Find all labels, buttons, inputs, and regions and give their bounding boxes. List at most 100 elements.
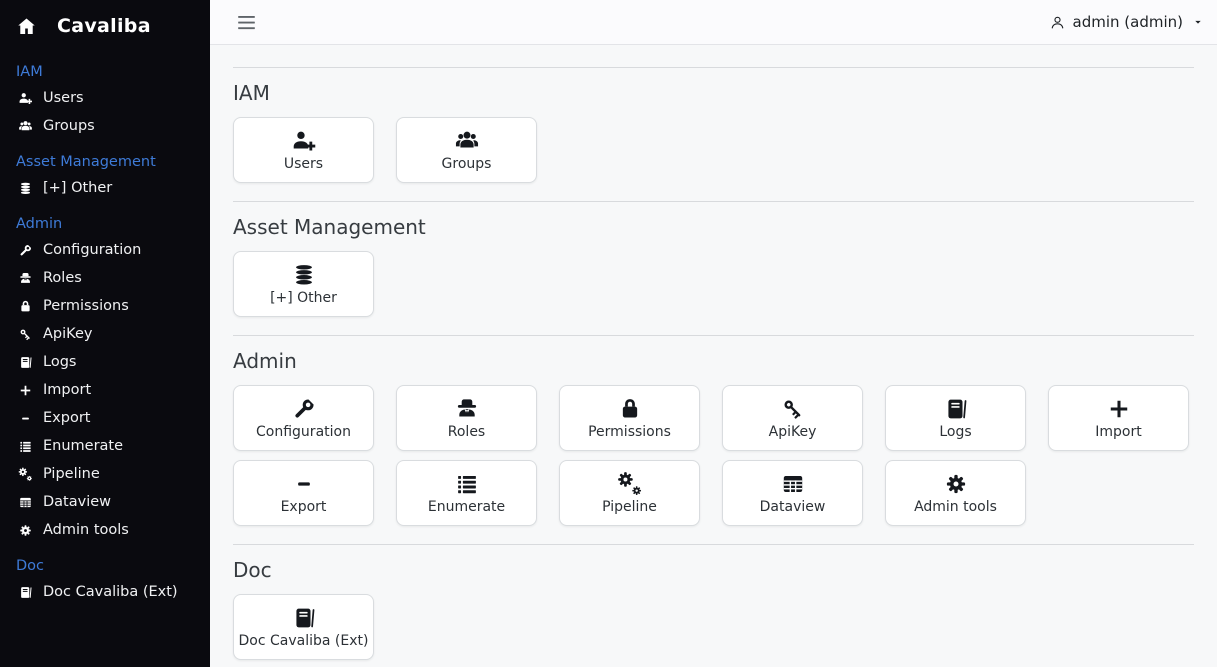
card-grid: Doc Cavaliba (Ext) <box>233 594 1194 660</box>
section-title-iam: IAM <box>233 81 1194 105</box>
dash-icon <box>18 411 33 426</box>
person-plus-icon <box>291 128 317 154</box>
card-import[interactable]: Import <box>1048 385 1189 451</box>
sidebar-section-title-asset-management: Asset Management <box>16 153 194 171</box>
caret-down-icon <box>1193 17 1203 27</box>
sidebar-item-label: Export <box>43 410 90 427</box>
person-icon <box>1049 14 1066 31</box>
card-doc-cavaliba-ext[interactable]: Doc Cavaliba (Ext) <box>233 594 374 660</box>
sidebar-item-dataview[interactable]: Dataview <box>16 488 194 516</box>
card-other[interactable]: [+] Other <box>233 251 374 317</box>
sidebar-item-users[interactable]: Users <box>16 84 194 112</box>
journal-icon <box>943 396 969 422</box>
card-permissions[interactable]: Permissions <box>559 385 700 451</box>
journal-icon <box>291 605 317 631</box>
wrench-icon <box>291 396 317 422</box>
main-area: admin (admin) IAM Users Groups Asset Manage… <box>210 0 1217 667</box>
card-pipeline[interactable]: Pipeline <box>559 460 700 526</box>
sidebar-item-doc-cavaliba-ext[interactable]: Doc Cavaliba (Ext) <box>16 578 194 606</box>
user-menu[interactable]: admin (admin) <box>1049 13 1203 31</box>
sidebar-nav: IAM Users Groups Asset Management [+] Other A… <box>16 63 194 606</box>
incognito-icon <box>18 271 33 286</box>
section-divider <box>233 201 1194 202</box>
card-users[interactable]: Users <box>233 117 374 183</box>
card-grid: Users Groups <box>233 117 1194 183</box>
database-icon <box>18 181 33 196</box>
card-export[interactable]: Export <box>233 460 374 526</box>
section-asset-management: Asset Management [+] Other <box>233 201 1194 317</box>
key-icon <box>780 396 806 422</box>
card-label: Permissions <box>588 424 671 440</box>
gear-icon <box>943 471 969 497</box>
dash-icon <box>291 471 317 497</box>
content: IAMUsersGroupsAsset Management[+] OtherA… <box>210 45 1217 667</box>
card-label: Groups <box>442 156 492 172</box>
app-root: Cavaliba IAM Users Groups Asset Management [… <box>0 0 1217 667</box>
sidebar-item-label: Logs <box>43 354 76 371</box>
section-divider <box>233 544 1194 545</box>
sidebar-item-apikey[interactable]: ApiKey <box>16 320 194 348</box>
lock-icon <box>617 396 643 422</box>
key-icon <box>18 327 33 342</box>
card-label: Pipeline <box>602 499 657 515</box>
card-apikey[interactable]: ApiKey <box>722 385 863 451</box>
sidebar-item-label: Roles <box>43 270 82 287</box>
sidebar-item-label: Pipeline <box>43 466 100 483</box>
sidebar-item-configuration[interactable]: Configuration <box>16 236 194 264</box>
sidebar-section-title-iam: IAM <box>16 63 194 81</box>
brand[interactable]: Cavaliba <box>16 15 194 37</box>
table-icon <box>780 471 806 497</box>
sidebar-item-admin-tools[interactable]: Admin tools <box>16 516 194 544</box>
sidebar-item-groups[interactable]: Groups <box>16 112 194 140</box>
table-icon <box>18 495 33 510</box>
sidebar-item-label: [+] Other <box>43 180 112 197</box>
card-enumerate[interactable]: Enumerate <box>396 460 537 526</box>
wrench-icon <box>18 243 33 258</box>
list-icon <box>18 439 33 454</box>
card-label: Configuration <box>256 424 351 440</box>
sidebar-item-pipeline[interactable]: Pipeline <box>16 460 194 488</box>
sidebar-item-logs[interactable]: Logs <box>16 348 194 376</box>
card-groups[interactable]: Groups <box>396 117 537 183</box>
card-label: Roles <box>448 424 485 440</box>
section-iam: IAM Users Groups <box>233 67 1194 183</box>
journal-icon <box>18 585 33 600</box>
gears-icon <box>18 467 33 482</box>
sidebar-item-label: ApiKey <box>43 326 92 343</box>
section-divider <box>233 67 1194 68</box>
section-title-asset-management: Asset Management <box>233 215 1194 239</box>
card-label: Import <box>1095 424 1141 440</box>
card-grid: [+] Other <box>233 251 1194 317</box>
person-plus-icon <box>18 91 33 106</box>
card-admin-tools[interactable]: Admin tools <box>885 460 1026 526</box>
card-configuration[interactable]: Configuration <box>233 385 374 451</box>
incognito-icon <box>454 396 480 422</box>
people-icon <box>454 128 480 154</box>
sidebar-item-label: Doc Cavaliba (Ext) <box>43 584 178 601</box>
section-divider <box>233 335 1194 336</box>
card-logs[interactable]: Logs <box>885 385 1026 451</box>
card-label: ApiKey <box>769 424 817 440</box>
sidebar-item-label: Enumerate <box>43 438 123 455</box>
sidebar-item-label: Users <box>43 90 84 107</box>
card-label: Users <box>284 156 323 172</box>
sidebar-item-roles[interactable]: Roles <box>16 264 194 292</box>
sidebar-item-enumerate[interactable]: Enumerate <box>16 432 194 460</box>
plus-icon <box>18 383 33 398</box>
user-label: admin (admin) <box>1073 13 1183 31</box>
gear-icon <box>18 523 33 538</box>
card-dataview[interactable]: Dataview <box>722 460 863 526</box>
card-roles[interactable]: Roles <box>396 385 537 451</box>
sidebar-item-export[interactable]: Export <box>16 404 194 432</box>
menu-toggle-button[interactable] <box>234 10 259 35</box>
sidebar-item-permissions[interactable]: Permissions <box>16 292 194 320</box>
section-admin: Admin Configuration Roles Permissions ApiKey… <box>233 335 1194 526</box>
section-title-admin: Admin <box>233 349 1194 373</box>
card-label: [+] Other <box>270 290 337 306</box>
section-title-doc: Doc <box>233 558 1194 582</box>
topbar: admin (admin) <box>210 0 1217 45</box>
sidebar-item-import[interactable]: Import <box>16 376 194 404</box>
sidebar-item-other[interactable]: [+] Other <box>16 174 194 202</box>
hamburger-icon <box>234 12 259 33</box>
gears-icon <box>617 471 643 497</box>
